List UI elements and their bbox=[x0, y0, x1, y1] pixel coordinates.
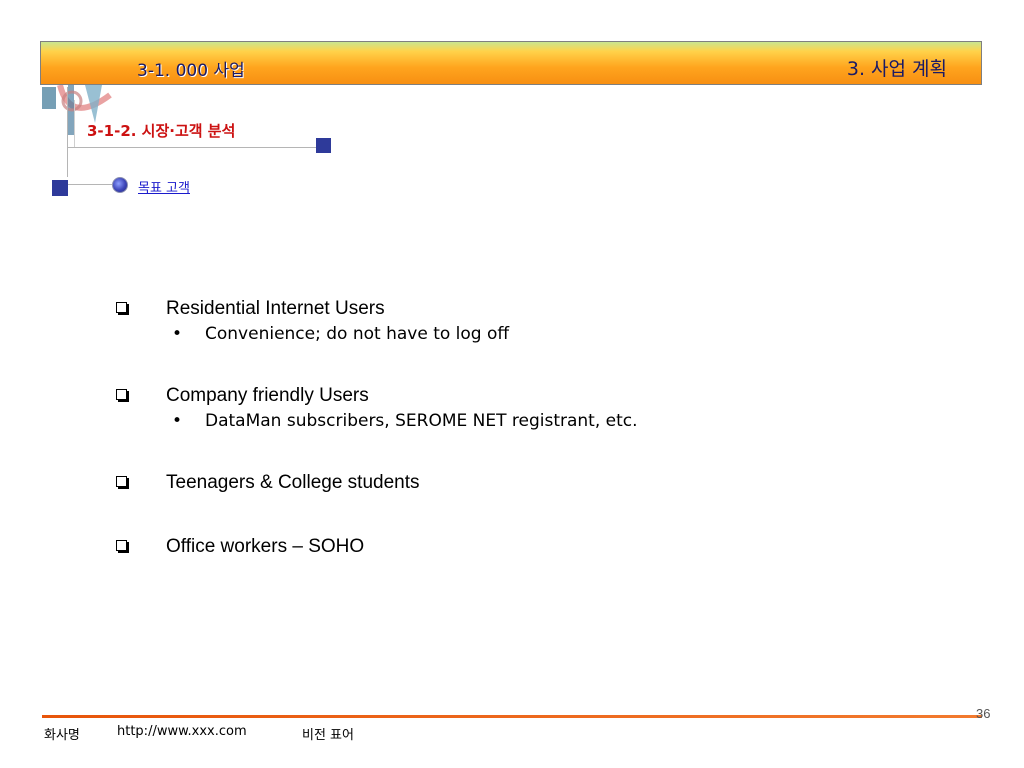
checkbox-square-icon bbox=[116, 540, 127, 551]
tree-line-vertical-secondary bbox=[74, 100, 75, 148]
list-item-label: Teenagers & College students bbox=[166, 472, 420, 493]
header-banner: 3-1. 000 사업 3. 사업 계획 bbox=[40, 41, 982, 85]
target-customer-link[interactable]: 목표 고객 bbox=[138, 177, 190, 196]
checkbox-square-icon bbox=[116, 389, 127, 400]
list-item: Company friendly Users • DataMan subscri… bbox=[114, 383, 974, 470]
list-item: Office workers – SOHO bbox=[114, 534, 974, 574]
list-subitem: • Convenience; do not have to log off bbox=[168, 322, 974, 346]
bullet-list: Residential Internet Users • Convenience… bbox=[114, 296, 974, 574]
footer-divider bbox=[42, 715, 982, 718]
list-item-label: Company friendly Users bbox=[166, 385, 369, 406]
list-item: Residential Internet Users • Convenience… bbox=[114, 296, 974, 383]
footer-url: http://www.xxx.com bbox=[117, 724, 247, 739]
checkbox-square-icon bbox=[116, 476, 127, 487]
header-subtitle: 3-1. 000 사업 bbox=[137, 61, 245, 81]
page-number: 36 bbox=[976, 706, 991, 721]
section-title: 3-1-2. 시장·고객 분석 bbox=[87, 122, 236, 140]
footer-vision: 비전 표어 bbox=[302, 728, 354, 743]
checkbox-square-icon bbox=[116, 302, 127, 313]
footer-company: 화사명 bbox=[44, 728, 80, 743]
blue-square-marker bbox=[316, 138, 331, 153]
bullet-dot-icon: • bbox=[172, 411, 183, 431]
circle-bullet-icon bbox=[112, 177, 128, 193]
list-item: Teenagers & College students bbox=[114, 470, 974, 534]
list-subitem-text: DataMan subscribers, SEROME NET registra… bbox=[205, 411, 638, 431]
list-subitem: • DataMan subscribers, SEROME NET regist… bbox=[168, 409, 974, 433]
tree-line-horizontal bbox=[68, 147, 324, 148]
tree-line-vertical bbox=[67, 87, 68, 177]
list-subitem-text: Convenience; do not have to log off bbox=[205, 324, 510, 344]
header-title: 3. 사업 계획 bbox=[846, 58, 947, 80]
link-connector-line bbox=[68, 184, 112, 185]
list-item-label: Residential Internet Users bbox=[166, 298, 385, 319]
blue-square-marker-left bbox=[52, 180, 68, 196]
list-item-label: Office workers – SOHO bbox=[166, 536, 365, 557]
bullet-dot-icon: • bbox=[172, 324, 183, 344]
